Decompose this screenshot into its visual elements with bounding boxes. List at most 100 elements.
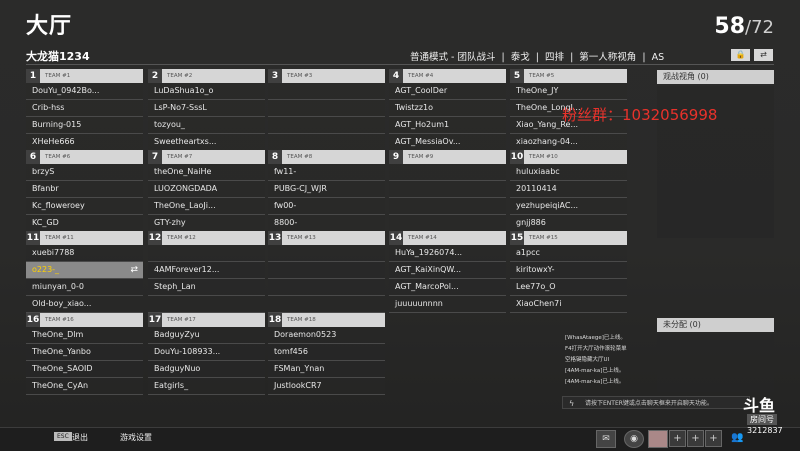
player-slot[interactable]: Burning-015 (26, 117, 143, 134)
player-slot[interactable]: FSMan_Ynan (268, 361, 385, 378)
player-slot[interactable]: AGT_CoolDer (389, 83, 506, 100)
player-slot[interactable]: TheOne_Dlm (26, 327, 143, 344)
chat-toggle-button[interactable]: ✉ (596, 430, 616, 448)
team-header[interactable]: 8 TEAM #8 (268, 150, 385, 164)
player-slot[interactable] (268, 279, 385, 296)
player-slot[interactable] (389, 181, 506, 198)
player-slot[interactable]: xuebi7788 (26, 245, 143, 262)
exit-button[interactable]: 退出 (72, 432, 88, 443)
player-slot[interactable]: AGT_MessiaOv... (389, 134, 506, 151)
player-slot[interactable]: DouYu_0942Bo... (26, 83, 143, 100)
player-slot[interactable]: xiaozhang-04... (510, 134, 627, 151)
player-slot[interactable]: Doraemon0523 (268, 327, 385, 344)
player-slot[interactable]: Lee77o_O (510, 279, 627, 296)
invite-slot-button[interactable]: + (687, 430, 704, 447)
team-header[interactable]: 11 TEAM #11 (26, 231, 143, 245)
team-header[interactable]: 15 TEAM #15 (510, 231, 627, 245)
team-header[interactable]: 12 TEAM #12 (148, 231, 265, 245)
team-header[interactable]: 16 TEAM #16 (26, 313, 143, 327)
swap-button[interactable]: ⇄ (754, 49, 773, 61)
spectator-header[interactable]: 观战视角 (0) (657, 70, 774, 84)
team-header[interactable]: 1 TEAM #1 (26, 69, 143, 83)
game-settings-button[interactable]: 游戏设置 (120, 432, 152, 443)
team-header[interactable]: 3 TEAM #3 (268, 69, 385, 83)
player-slot[interactable]: tomf456 (268, 344, 385, 361)
lock-button[interactable]: 🔒 (731, 49, 750, 61)
player-slot[interactable]: miunyan_0-0 (26, 279, 143, 296)
player-slot[interactable]: o223-_ ⇄ (26, 262, 143, 279)
team-header[interactable]: 18 TEAM #18 (268, 313, 385, 327)
player-slot[interactable] (389, 215, 506, 232)
player-slot[interactable]: juuuuunnnn (389, 296, 506, 313)
player-slot[interactable]: Old-boy_xiao... (26, 296, 143, 313)
player-slot[interactable]: TheOne_SAOID (26, 361, 143, 378)
player-slot[interactable]: Steph_Lan (148, 279, 265, 296)
chat-input[interactable]: ϟ 请按下ENTER键或点击聊天框来开启聊天功能。 (562, 396, 750, 409)
player-slot[interactable]: HuYa_1926074... (389, 245, 506, 262)
player-slot[interactable]: AGT_MarcoPol... (389, 279, 506, 296)
team-header[interactable]: 6 TEAM #6 (26, 150, 143, 164)
team-header[interactable]: 10 TEAM #10 (510, 150, 627, 164)
player-slot[interactable]: brzyS (26, 164, 143, 181)
player-slot[interactable] (268, 117, 385, 134)
player-slot[interactable]: a1pcc (510, 245, 627, 262)
team-header[interactable]: 9 TEAM #9 (389, 150, 506, 164)
player-slot[interactable]: LsP-No7-SssL (148, 100, 265, 117)
player-slot[interactable]: TheOne_Yanbo (26, 344, 143, 361)
unassigned-header[interactable]: 未分配 (0) (657, 318, 774, 332)
player-slot[interactable]: Eatgirls_ (148, 378, 265, 395)
player-slot[interactable] (389, 198, 506, 215)
player-slot[interactable]: PUBG-CJ_WJR (268, 181, 385, 198)
player-slot[interactable] (268, 245, 385, 262)
player-slot[interactable]: LuDaShua1o_o (148, 83, 265, 100)
avatar[interactable] (648, 430, 668, 448)
player-slot[interactable] (268, 134, 385, 151)
player-slot[interactable]: GTY-zhy (148, 215, 265, 232)
player-slot[interactable]: Bfanbr (26, 181, 143, 198)
player-slot[interactable]: KC_GD (26, 215, 143, 232)
player-slot[interactable]: JustlookCR7 (268, 378, 385, 395)
player-slot[interactable] (148, 296, 265, 313)
player-slot[interactable]: fw00- (268, 198, 385, 215)
player-slot[interactable]: XHeHe666 (26, 134, 143, 151)
player-slot[interactable]: Twistzz1o (389, 100, 506, 117)
team-header[interactable]: 5 TEAM #5 (510, 69, 627, 83)
player-slot[interactable]: kiritowxY- (510, 262, 627, 279)
player-slot[interactable]: 20110414 (510, 181, 627, 198)
player-slot[interactable]: gnjj886 (510, 215, 627, 232)
player-slot[interactable]: BadguyNuo (148, 361, 265, 378)
player-slot[interactable]: AGT_Ho2um1 (389, 117, 506, 134)
player-slot[interactable] (268, 262, 385, 279)
team-header[interactable]: 14 TEAM #14 (389, 231, 506, 245)
player-slot[interactable]: TheOne_LaoJi... (148, 198, 265, 215)
player-slot[interactable]: AGT_KaiXinQW... (389, 262, 506, 279)
player-slot[interactable] (389, 164, 506, 181)
player-slot[interactable] (148, 245, 265, 262)
player-slot[interactable]: 4AMForever12... (148, 262, 265, 279)
player-slot[interactable]: theOne_NaiHe (148, 164, 265, 181)
invite-slot-button[interactable]: + (669, 430, 686, 447)
invite-slot-button[interactable]: + (705, 430, 722, 447)
player-slot[interactable]: TheOne_JY (510, 83, 627, 100)
player-slot[interactable] (268, 83, 385, 100)
player-slot[interactable]: fw11- (268, 164, 385, 181)
player-slot[interactable]: DouYu-108933... (148, 344, 265, 361)
player-slot[interactable]: huluxiaabc (510, 164, 627, 181)
team-header[interactable]: 4 TEAM #4 (389, 69, 506, 83)
player-slot[interactable]: LUOZONGDADA (148, 181, 265, 198)
team-header[interactable]: 7 TEAM #7 (148, 150, 265, 164)
friends-icon[interactable]: 👥 (731, 432, 743, 443)
team-header[interactable]: 17 TEAM #17 (148, 313, 265, 327)
player-slot[interactable]: Crib-hss (26, 100, 143, 117)
globe-button[interactable]: ◉ (624, 430, 644, 448)
swap-icon[interactable]: ⇄ (130, 262, 138, 278)
player-slot[interactable]: TheOne_CyAn (26, 378, 143, 395)
player-slot[interactable]: 8800- (268, 215, 385, 232)
player-slot[interactable]: BadguyZyu (148, 327, 265, 344)
player-slot[interactable]: XiaoChen7i (510, 296, 627, 313)
team-header[interactable]: 13 TEAM #13 (268, 231, 385, 245)
player-slot[interactable] (268, 100, 385, 117)
team-header[interactable]: 2 TEAM #2 (148, 69, 265, 83)
player-slot[interactable] (268, 296, 385, 313)
player-slot[interactable]: tozyou_ (148, 117, 265, 134)
